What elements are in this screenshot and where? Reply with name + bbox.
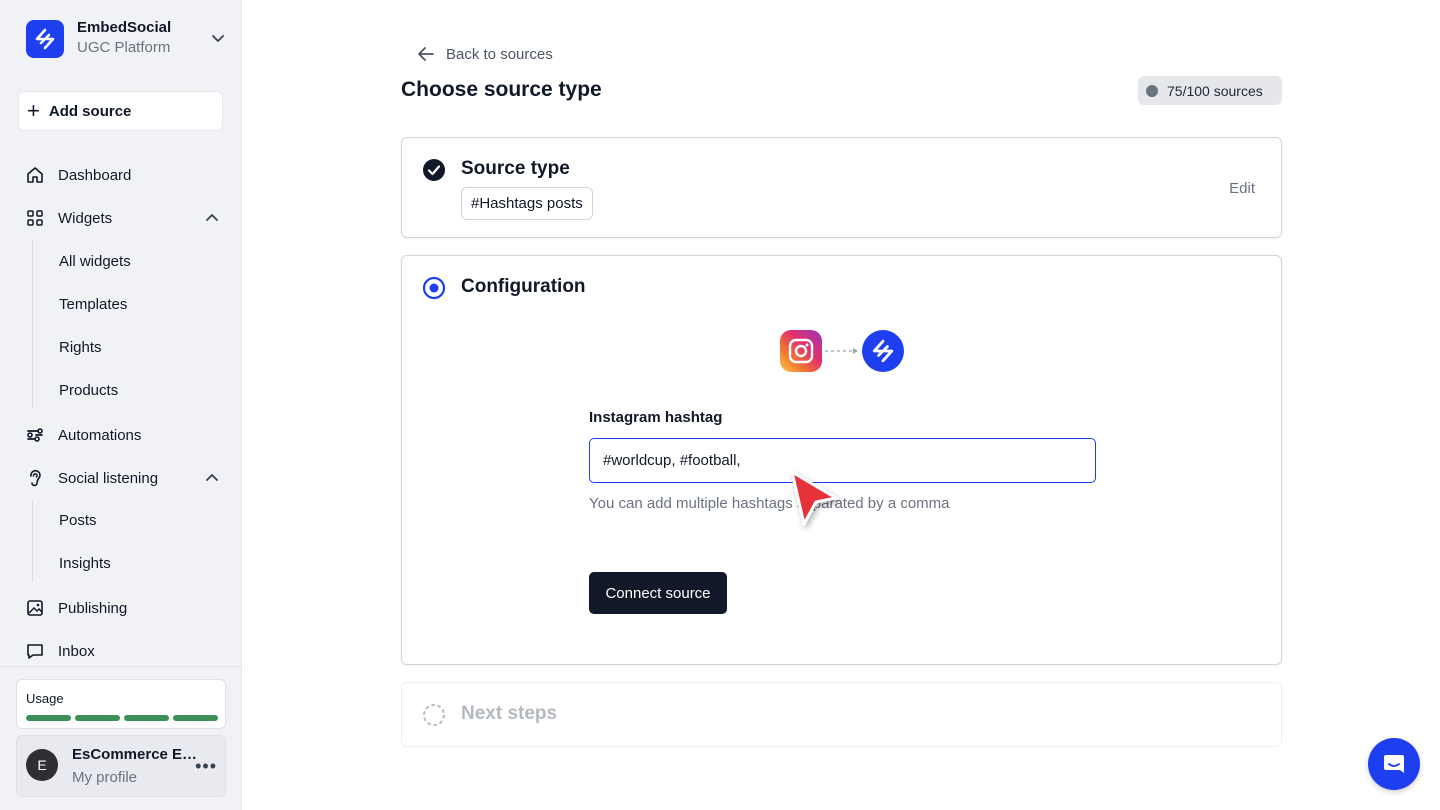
- hashtag-field-label: Instagram hashtag: [589, 409, 723, 426]
- hashtag-helper-text: You can add multiple hashtags separated …: [589, 495, 950, 512]
- sidebar-item-inbox[interactable]: Inbox: [24, 636, 224, 666]
- more-options-icon[interactable]: •••: [195, 756, 217, 777]
- sidebar-item-label: Widgets: [58, 209, 113, 227]
- quota-text: 75/100 sources: [1167, 82, 1263, 99]
- sources-quota-badge: 75/100 sources: [1138, 76, 1282, 105]
- sidebar-item-label: Dashboard: [58, 166, 132, 184]
- embedsocial-logo-icon: [862, 330, 904, 372]
- submenu-line: [32, 240, 33, 408]
- chat-icon: [1384, 755, 1404, 773]
- ear-icon: [24, 467, 46, 489]
- sidebar-item-label: Social listening: [58, 469, 159, 487]
- sidebar-item-publishing[interactable]: Publishing: [24, 593, 224, 623]
- home-icon: [24, 164, 46, 186]
- connection-flow: [780, 330, 904, 372]
- back-label: Back to sources: [446, 45, 553, 63]
- usage-bar-segment: [26, 715, 71, 721]
- sidebar-divider: [0, 666, 242, 667]
- next-steps-step: Next steps: [401, 682, 1282, 747]
- sidebar-item-label: Publishing: [58, 599, 128, 617]
- usage-bar-segment: [75, 715, 120, 721]
- brand-subtitle: UGC Platform: [77, 39, 171, 56]
- sidebar-item-label: Automations: [58, 426, 142, 444]
- usage-bars: [26, 715, 218, 721]
- connect-source-button[interactable]: Connect source: [589, 572, 727, 614]
- avatar: E: [26, 749, 58, 781]
- source-type-step: Source type #Hashtags posts Edit: [401, 137, 1282, 238]
- submenu-line: [32, 500, 33, 582]
- plus-icon: +: [27, 98, 40, 123]
- check-circle-icon: [423, 159, 445, 181]
- sidebar-item-social-listening[interactable]: Social listening: [24, 463, 224, 493]
- sidebar-item-dashboard[interactable]: Dashboard: [24, 160, 224, 190]
- sidebar-item-widgets[interactable]: Widgets: [24, 203, 224, 233]
- chevron-up-icon: [206, 474, 218, 481]
- sidebar-item-posts[interactable]: Posts: [59, 508, 97, 534]
- instagram-icon: [780, 330, 822, 372]
- chevron-up-icon: [206, 214, 218, 221]
- status-dot-icon: [1146, 84, 1158, 97]
- dashed-arrow-icon: [825, 348, 858, 354]
- sidebar-item-rights[interactable]: Rights: [59, 335, 102, 361]
- edit-source-type-link[interactable]: Edit: [1229, 180, 1255, 197]
- radio-active-icon: [422, 276, 446, 300]
- step-title: Configuration: [461, 276, 586, 297]
- automation-icon: [24, 424, 46, 446]
- chevron-down-icon: [212, 35, 224, 42]
- chat-launcher-button[interactable]: [1368, 738, 1420, 790]
- add-source-label: Add source: [48, 102, 132, 120]
- selected-source-type-chip: #Hashtags posts: [461, 187, 593, 220]
- usage-card[interactable]: Usage: [16, 679, 226, 729]
- usage-bar-segment: [173, 715, 218, 721]
- configuration-step: Configuration Instagram hashtag You can …: [401, 255, 1282, 665]
- usage-bar-segment: [124, 715, 169, 721]
- sidebar-item-templates[interactable]: Templates: [59, 292, 127, 318]
- profile-name: EsCommerce E…: [72, 746, 198, 763]
- step-title: Next steps: [461, 703, 558, 724]
- usage-label: Usage: [26, 691, 64, 706]
- page-title: Choose source type: [401, 78, 602, 101]
- pending-dashed-circle-icon: [423, 704, 445, 726]
- cursor-pointer-icon: [790, 470, 838, 526]
- sidebar-item-insights[interactable]: Insights: [59, 551, 111, 577]
- brand-name: EmbedSocial: [77, 19, 172, 36]
- sidebar: EmbedSocial UGC Platform + Add source Da…: [0, 0, 242, 810]
- profile-card[interactable]: E EsCommerce E… My profile •••: [16, 735, 226, 797]
- workspace-switcher[interactable]: EmbedSocial UGC Platform: [26, 18, 226, 60]
- sidebar-item-all-widgets[interactable]: All widgets: [59, 249, 131, 275]
- sidebar-item-label: Inbox: [58, 642, 95, 660]
- add-source-button[interactable]: + Add source: [18, 91, 223, 131]
- chat-bubble-icon: [24, 640, 46, 662]
- sidebar-item-automations[interactable]: Automations: [24, 420, 224, 450]
- sidebar-item-products[interactable]: Products: [59, 378, 118, 404]
- arrow-left-icon: [418, 47, 434, 61]
- embedsocial-logo-icon: [26, 20, 64, 58]
- image-icon: [24, 597, 46, 619]
- back-to-sources-link[interactable]: Back to sources: [416, 44, 553, 64]
- profile-subtitle: My profile: [72, 769, 138, 786]
- step-title: Source type: [461, 158, 570, 179]
- grid-icon: [24, 207, 46, 229]
